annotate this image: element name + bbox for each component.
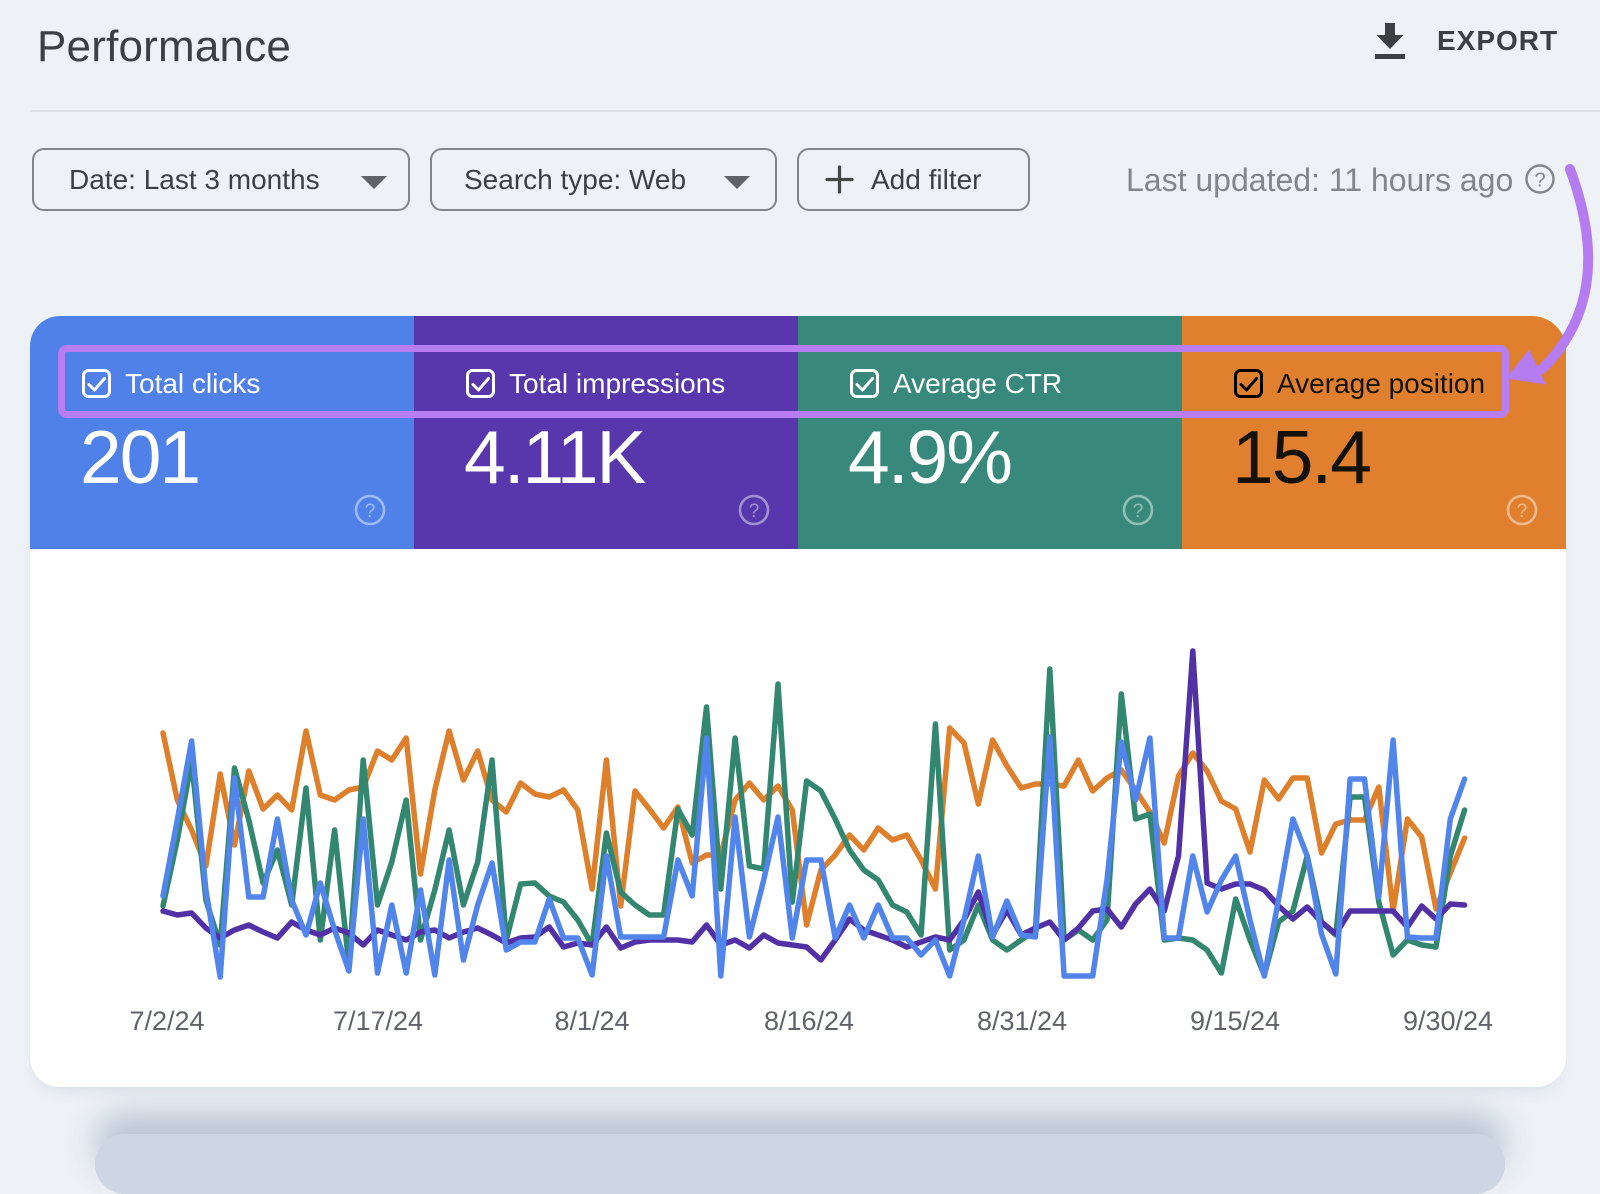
svg-text:?: ? xyxy=(1517,501,1528,522)
svg-text:?: ? xyxy=(1133,501,1144,522)
svg-text:?: ? xyxy=(749,501,760,522)
svg-text:?: ? xyxy=(365,501,376,522)
